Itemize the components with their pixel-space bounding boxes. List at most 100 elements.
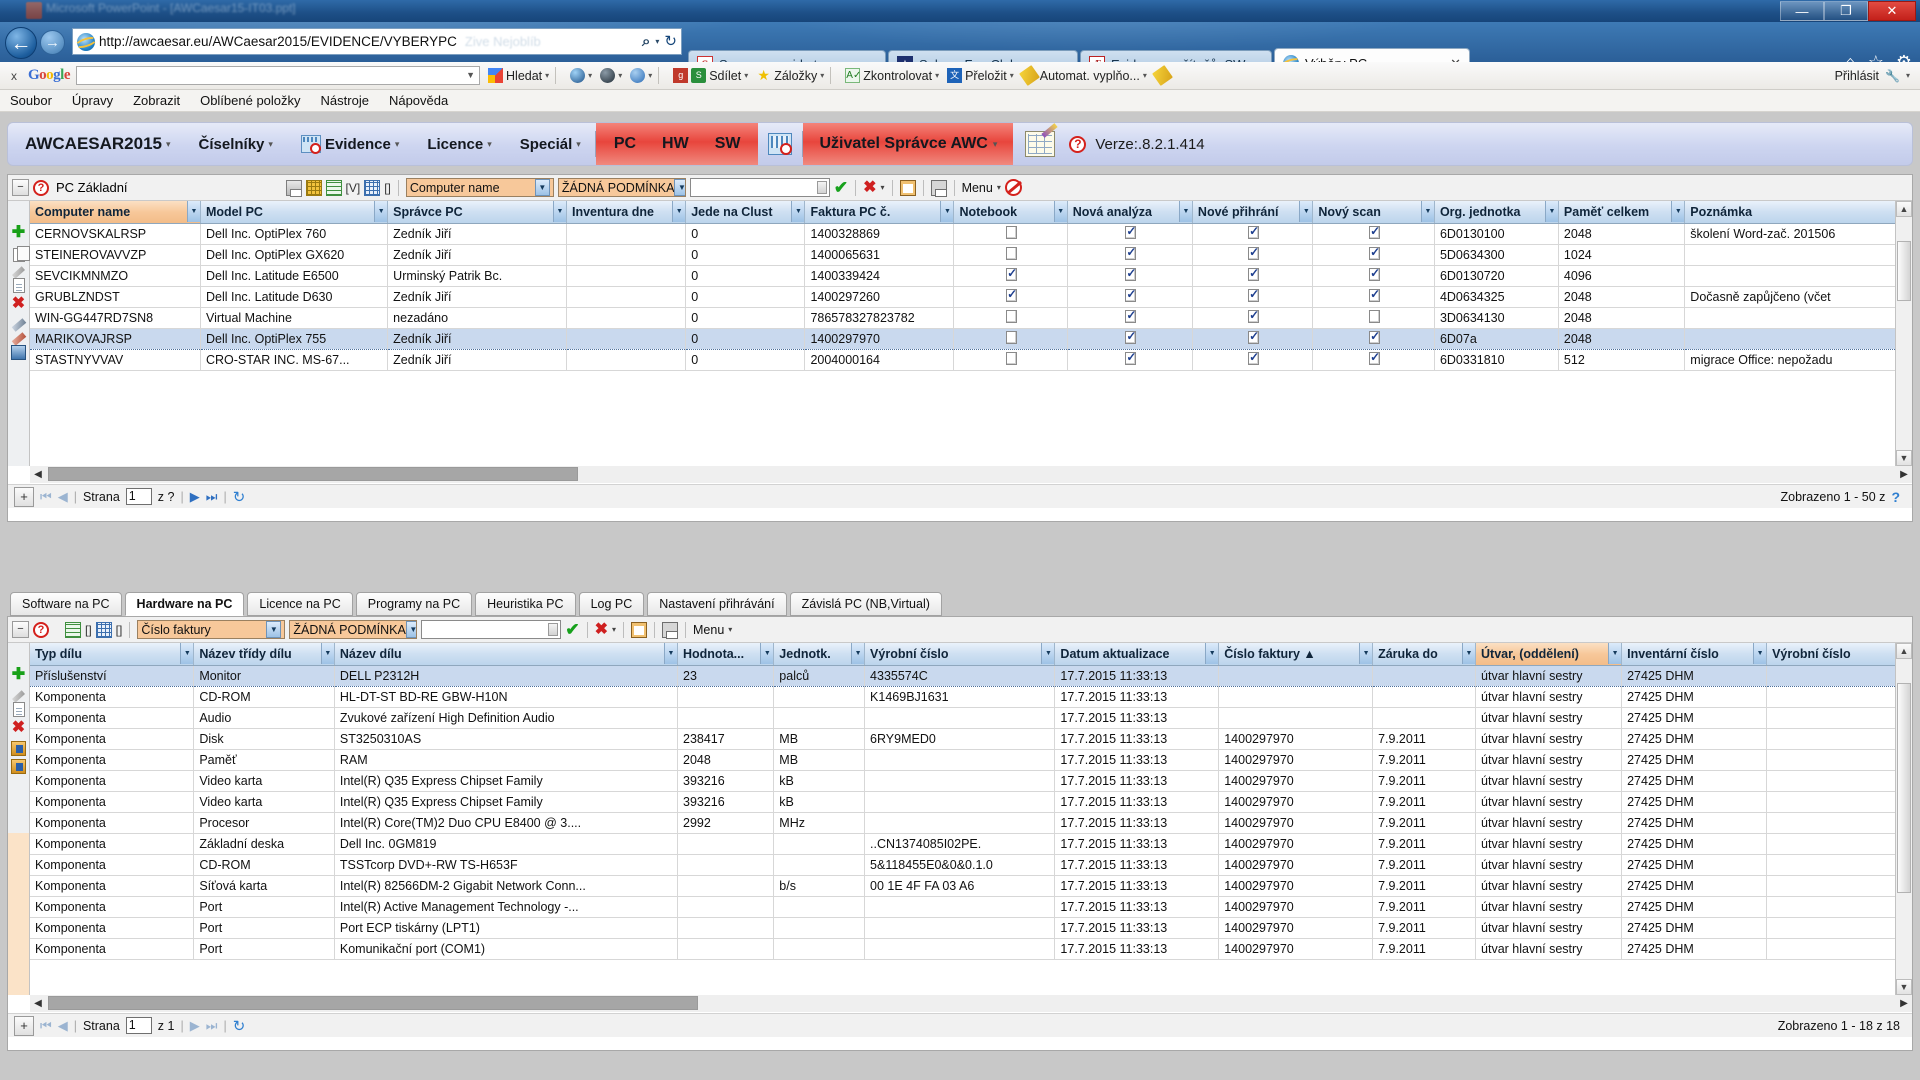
column-header[interactable]: Útvar, (oddělení)▼ xyxy=(1476,643,1622,665)
checkbox-cell[interactable] xyxy=(1067,328,1192,349)
filter-column-select[interactable]: Číslo faktury ▼ xyxy=(137,620,285,639)
checkbox-unchecked-icon[interactable] xyxy=(1006,331,1017,344)
import-icon-1[interactable] xyxy=(11,741,26,756)
column-header[interactable]: Název třídy dílu▼ xyxy=(194,643,335,665)
last-page-icon[interactable]: ⏭ xyxy=(206,1018,218,1034)
checkbox-checked-icon[interactable] xyxy=(1125,226,1136,239)
google-tool2-button[interactable]: ▾ xyxy=(600,68,622,83)
checkbox-cell[interactable] xyxy=(1313,349,1435,370)
column-header[interactable]: Org. jednotka▼ xyxy=(1434,201,1558,223)
import-icon-2[interactable] xyxy=(11,759,26,774)
table-row[interactable]: KomponentaAudioZvukové zařízení High Def… xyxy=(30,707,1895,728)
table-row[interactable]: STEINEROVAVVZPDell Inc. OptiPlex GX620Ze… xyxy=(30,244,1895,265)
table-row[interactable]: KomponentaVideo kartaIntel(R) Q35 Expres… xyxy=(30,791,1895,812)
table-row[interactable]: CERNOVSKALRSPDell Inc. OptiPlex 760Zední… xyxy=(30,223,1895,244)
help-icon[interactable]: ? xyxy=(1891,489,1900,505)
tab-heuristika-pc[interactable]: Heuristika PC xyxy=(475,592,575,616)
checkbox-checked-icon[interactable] xyxy=(1369,226,1380,239)
page-number-input[interactable]: 1 xyxy=(126,488,152,505)
column-filter-icon[interactable]: ▼ xyxy=(851,643,864,664)
tab-nastaveni-prihravani[interactable]: Nastavení přihrávání xyxy=(647,592,786,616)
user-menu[interactable]: Uživatel Správce AWC ▾ xyxy=(803,123,1013,165)
menu-nastroje[interactable]: Nástroje xyxy=(321,93,369,108)
checkbox-checked-icon[interactable] xyxy=(1248,289,1259,302)
export-icon[interactable] xyxy=(11,345,26,360)
detail-icon[interactable] xyxy=(13,278,25,293)
checkbox-cell[interactable] xyxy=(1192,349,1312,370)
column-filter-icon[interactable]: ▼ xyxy=(1359,643,1372,664)
checkbox-cell[interactable] xyxy=(954,244,1067,265)
checkbox-checked-icon[interactable] xyxy=(1006,289,1017,302)
column-filter-icon[interactable]: ▼ xyxy=(1671,201,1684,222)
column-header[interactable]: Paměť celkem▼ xyxy=(1558,201,1684,223)
checkbox-cell[interactable] xyxy=(1192,328,1312,349)
column-header[interactable]: Výrobní číslo▼ xyxy=(865,643,1055,665)
checkbox-cell[interactable] xyxy=(954,286,1067,307)
tab-hardware-na-pc[interactable]: Hardware na PC xyxy=(125,592,245,616)
column-header[interactable]: Nová analýza▼ xyxy=(1067,201,1192,223)
green-sheet-icon[interactable] xyxy=(326,180,342,196)
refresh-icon[interactable]: ↻ xyxy=(233,488,246,506)
column-filter-icon[interactable]: ▼ xyxy=(1421,201,1434,222)
edit-icon[interactable] xyxy=(12,266,25,278)
search-icon[interactable]: ⌕ xyxy=(642,33,650,50)
table-row[interactable]: SEVCIKMNMZODell Inc. Latitude E6500Urmin… xyxy=(30,265,1895,286)
checkbox-cell[interactable] xyxy=(1067,307,1192,328)
google-bookmarks-button[interactable]: ★ Záložky ▾ xyxy=(756,68,824,83)
switch-pc[interactable]: PC xyxy=(614,135,636,153)
checkbox-cell[interactable] xyxy=(1313,286,1435,307)
table-row[interactable]: KomponentaZákladní deskaDell Inc. 0GM819… xyxy=(30,833,1895,854)
scroll-thumb[interactable] xyxy=(48,467,578,481)
collapse-button[interactable]: − xyxy=(12,179,29,196)
chevron-down-icon[interactable]: ▼ xyxy=(674,179,685,196)
table-row[interactable]: MARIKOVAJRSPDell Inc. OptiPlex 755Zedník… xyxy=(30,328,1895,349)
column-header[interactable]: Poznámka xyxy=(1685,201,1895,223)
menu-licence[interactable]: Licence ▾ xyxy=(413,123,505,165)
switch-sw[interactable]: SW xyxy=(715,135,741,153)
first-page-icon[interactable]: ⏮ xyxy=(40,1018,52,1034)
clipboard-icon[interactable] xyxy=(900,180,916,196)
checkbox-checked-icon[interactable] xyxy=(1006,268,1017,281)
checkbox-cell[interactable] xyxy=(1313,244,1435,265)
app-brand-menu[interactable]: AWCAESAR2015 ▾ xyxy=(8,123,185,165)
prev-page-icon[interactable]: ◀ xyxy=(58,1018,68,1034)
checkbox-cell[interactable] xyxy=(954,265,1067,286)
tab-licence-na-pc[interactable]: Licence na PC xyxy=(247,592,352,616)
apply-filter-button[interactable]: ✔ xyxy=(565,621,579,638)
blue-calendar-icon[interactable] xyxy=(364,180,380,196)
chevron-down-icon[interactable]: ▾ xyxy=(881,183,885,192)
chevron-down-icon[interactable]: ▾ xyxy=(1906,71,1910,80)
help-icon[interactable]: ? xyxy=(1069,136,1086,153)
checkbox-cell[interactable] xyxy=(1192,307,1312,328)
refresh-icon[interactable]: ↻ xyxy=(233,1017,246,1035)
column-filter-icon[interactable]: ▼ xyxy=(374,201,387,222)
pen2-icon[interactable] xyxy=(11,318,26,332)
column-header[interactable]: Jednotk.▼ xyxy=(774,643,865,665)
checkbox-checked-icon[interactable] xyxy=(1369,268,1380,281)
green-sheet-icon[interactable] xyxy=(65,622,81,638)
column-filter-icon[interactable]: ▼ xyxy=(1299,201,1312,222)
filter-value-input[interactable] xyxy=(421,620,561,639)
checkbox-cell[interactable] xyxy=(1313,328,1435,349)
table-row[interactable]: KomponentaPortIntel(R) Active Management… xyxy=(30,896,1895,917)
scroll-right-icon[interactable]: ▶ xyxy=(1896,996,1912,1011)
checkbox-cell[interactable] xyxy=(1192,223,1312,244)
checkbox-cell[interactable] xyxy=(1192,265,1312,286)
chevron-down-icon[interactable]: ▾ xyxy=(728,625,732,634)
checkbox-cell[interactable] xyxy=(954,349,1067,370)
checkbox-checked-icon[interactable] xyxy=(1248,226,1259,239)
column-header[interactable]: Nové přihrání▼ xyxy=(1192,201,1312,223)
signin-label[interactable]: Přihlásit xyxy=(1835,69,1879,83)
column-filter-icon[interactable]: ▼ xyxy=(1753,643,1766,664)
prev-page-icon[interactable]: ◀ xyxy=(58,489,68,505)
checkbox-cell[interactable] xyxy=(1067,286,1192,307)
scroll-thumb[interactable] xyxy=(1897,683,1911,893)
column-filter-icon[interactable]: ▼ xyxy=(672,201,685,222)
column-filter-icon[interactable]: ▼ xyxy=(1054,201,1067,222)
collapse-button[interactable]: − xyxy=(12,621,29,638)
table-row[interactable]: PříslušenstvíMonitorDELL P2312H23palců43… xyxy=(30,665,1895,686)
column-filter-icon[interactable]: ▼ xyxy=(553,201,566,222)
checkbox-unchecked-icon[interactable] xyxy=(1369,310,1380,323)
checkbox-checked-icon[interactable] xyxy=(1369,289,1380,302)
pen3-icon[interactable] xyxy=(11,332,26,346)
